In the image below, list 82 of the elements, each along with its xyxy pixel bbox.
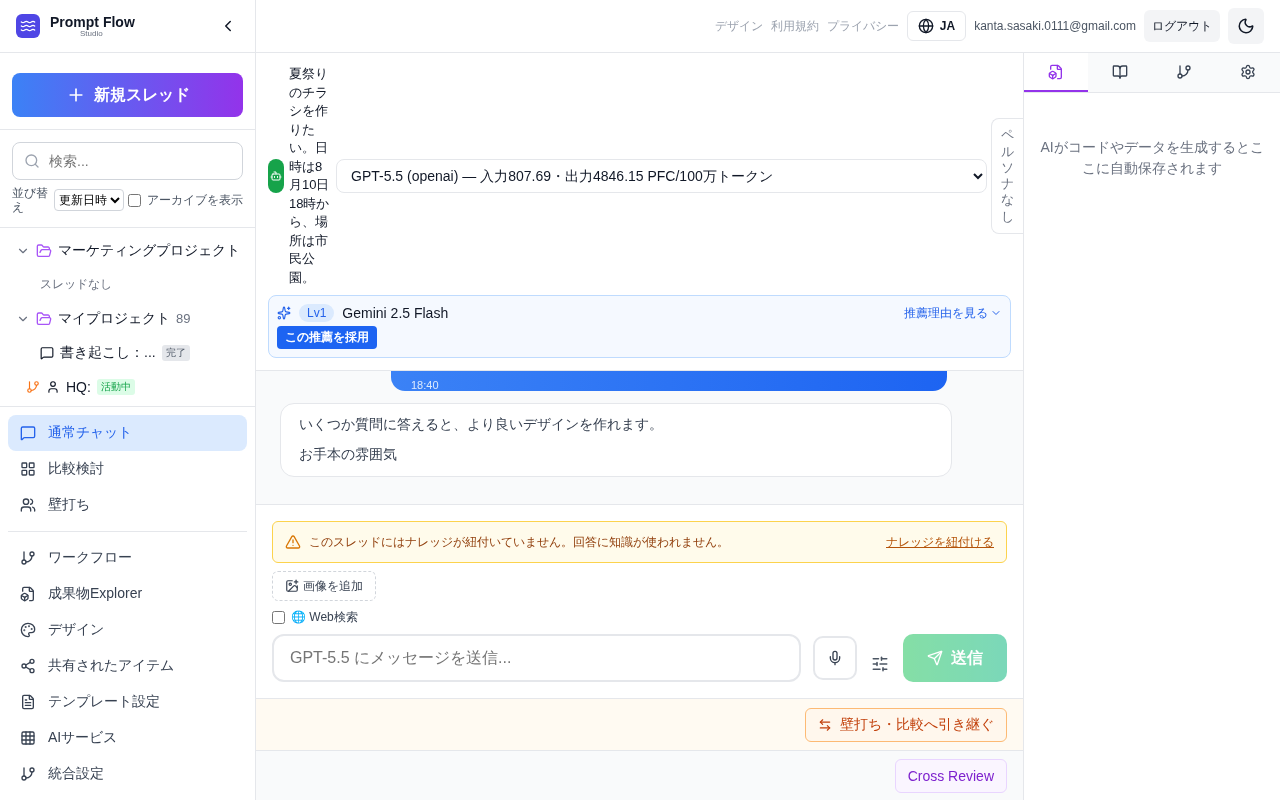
- message-input[interactable]: GPT-5.5 にメッセージを送信...: [272, 634, 801, 682]
- brand-name: Prompt Flow: [50, 14, 135, 30]
- sort-label: 並び替え: [12, 186, 49, 215]
- new-thread-button[interactable]: 新規スレッド: [12, 73, 243, 117]
- search-field[interactable]: 検索...: [12, 142, 243, 180]
- nav-item[interactable]: AIサービス: [8, 720, 247, 756]
- reason-link[interactable]: 推薦理由を見る: [904, 304, 1002, 322]
- document-icon: [20, 694, 36, 710]
- file-box-icon: [1048, 63, 1064, 80]
- message-text: いくつか質問に答えると、より良いデザインを作れます。: [299, 416, 664, 434]
- branch-icon: [20, 550, 36, 566]
- folder-icon: [36, 242, 52, 259]
- nav-item[interactable]: 統合設定: [8, 756, 247, 792]
- empty-label: スレッドなし: [40, 276, 112, 294]
- logout-button[interactable]: ログアウト: [1144, 10, 1220, 42]
- archive-label: アーカイブを表示: [147, 193, 243, 208]
- web-search-label: 🌐 Web検索: [291, 609, 358, 626]
- model-select[interactable]: GPT-5.5 (openai) — 入力807.69・出力4846.15 PFC/100万トークン: [336, 159, 987, 193]
- mode-item[interactable]: 比較検討: [8, 451, 247, 487]
- nav-item[interactable]: ワークフロー: [8, 540, 247, 576]
- link-knowledge-link[interactable]: ナレッジを紐付ける: [886, 533, 994, 551]
- sparkles-icon: [277, 306, 291, 320]
- project-name[interactable]: マイプロジェクト: [58, 309, 170, 328]
- chat-bubble-icon: [40, 345, 54, 360]
- globe-icon: [917, 18, 934, 34]
- folder-icon: [36, 310, 52, 327]
- adopt-button[interactable]: この推薦を採用: [277, 326, 377, 349]
- mode-item[interactable]: 通常チャット: [8, 415, 247, 451]
- mode-item[interactable]: 壁打ち: [8, 487, 247, 523]
- nav-item[interactable]: テンプレート設定: [8, 684, 247, 720]
- microphone-icon: [827, 650, 843, 666]
- archive-checkbox[interactable]: [128, 193, 141, 207]
- warning-icon: [285, 534, 301, 550]
- recommended-model: Gemini 2.5 Flash: [342, 305, 450, 321]
- project-name[interactable]: マーケティングプロジェクト: [58, 241, 240, 260]
- panel-tab[interactable]: [1024, 53, 1088, 92]
- thread-count: 89: [176, 311, 191, 327]
- status-badge: 完了: [161, 344, 190, 361]
- prompt-text: 夏祭りのチラシを作りたい。日時は8月10日18時から、場所は市民公園。: [288, 65, 331, 287]
- sliders-icon: [871, 655, 889, 673]
- nav-item[interactable]: 成果物Explorer: [8, 576, 247, 612]
- book-icon: [1112, 63, 1128, 80]
- add-image-button[interactable]: 画像を追加: [272, 571, 376, 601]
- file-box-icon: [20, 586, 36, 602]
- bot-icon: [268, 159, 284, 193]
- settings-icon: [1240, 63, 1256, 80]
- handoff-button[interactable]: 壁打ち・比較へ引き継ぐ: [805, 707, 1007, 742]
- user-icon: [46, 379, 60, 394]
- search-icon: [24, 153, 40, 169]
- message-text: お手本の雰囲気: [299, 446, 398, 464]
- send-icon: [927, 650, 943, 666]
- share-icon: [20, 658, 36, 674]
- branch-icon: [20, 766, 36, 782]
- chat-bubble-icon: [20, 425, 36, 441]
- message-time: 18:40: [411, 380, 439, 391]
- logo-icon: [16, 14, 40, 38]
- branch-icon: [1176, 63, 1192, 80]
- image-plus-icon: [285, 579, 299, 593]
- warning-text: このスレッドにはナレッジが紐付いていません。回答に知識が使われません。: [309, 533, 730, 551]
- moon-icon: [1237, 17, 1255, 35]
- web-search-checkbox[interactable]: [272, 611, 285, 624]
- palette-icon: [20, 622, 36, 638]
- cross-review-button[interactable]: Cross Review: [894, 758, 1007, 793]
- status-badge: 活動中: [96, 378, 135, 395]
- theme-toggle-button[interactable]: [1228, 8, 1264, 44]
- nav-item[interactable]: 共有されたアイテム: [8, 648, 247, 684]
- grid-icon: [20, 461, 36, 477]
- persona-button[interactable]: ペルソナなし: [991, 118, 1023, 234]
- empty-state-text: AIがコードやデータを生成するとここに自動保存されます: [1040, 138, 1264, 178]
- thread-title[interactable]: 書き起こし：...: [60, 343, 156, 362]
- user-email: kanta.sasaki.0111@gmail.com: [974, 19, 1136, 33]
- table-icon: [20, 730, 36, 746]
- language-button[interactable]: JA: [906, 11, 967, 41]
- level-badge: Lv1: [299, 304, 335, 322]
- thread-title[interactable]: HQ:: [66, 378, 91, 395]
- microphone-button[interactable]: [813, 636, 857, 680]
- nav-item[interactable]: デザイン: [8, 612, 247, 648]
- swap-arrows-icon: [818, 717, 832, 732]
- users-icon: [20, 497, 36, 513]
- branch-icon: [26, 379, 40, 394]
- brand-subtitle: Studio: [80, 30, 103, 38]
- sort-select[interactable]: 更新日時: [54, 189, 124, 212]
